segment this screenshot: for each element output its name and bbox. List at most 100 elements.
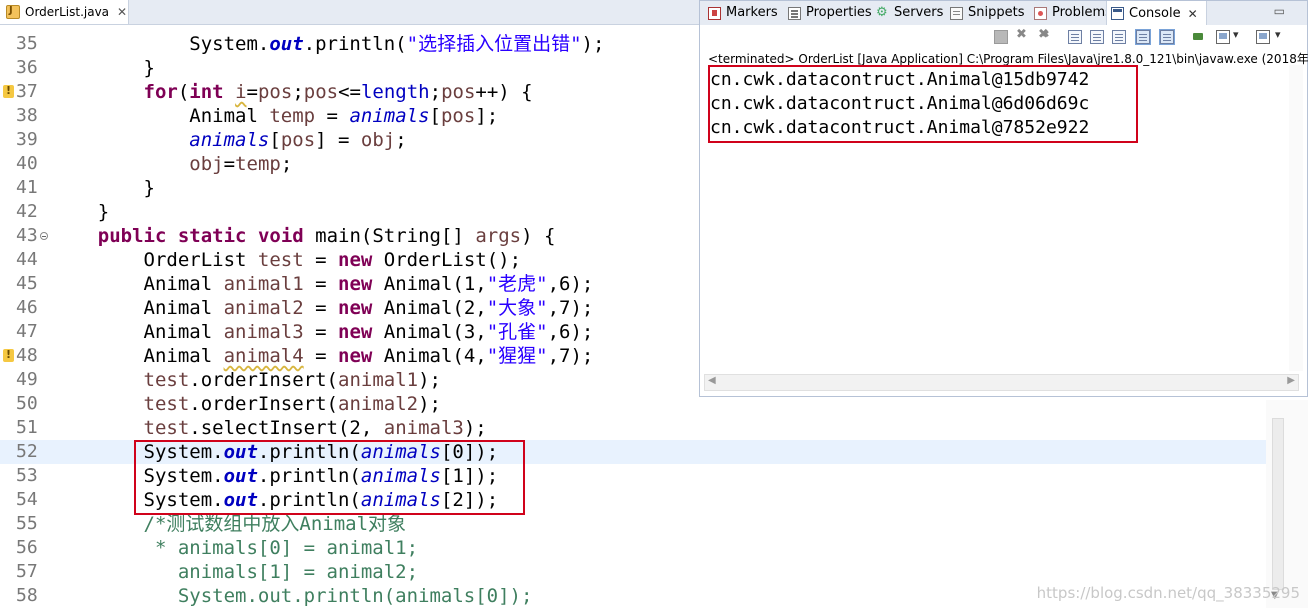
code-token: Animal(1, [372,273,487,295]
word-wrap-icon[interactable] [1112,30,1126,44]
code-text: Animal animal4 = new Animal(4,"猩猩",7); [52,344,594,368]
warning-icon[interactable] [3,343,14,367]
code-line[interactable]: 51 test.selectInsert(2, animal3); [0,416,1308,440]
clear-console-icon[interactable] [1068,30,1082,44]
tab-console[interactable]: Console ✕ [1106,1,1207,26]
warning-icon[interactable] [3,79,14,103]
code-text: System.out.println("选择插入位置出错"); [52,32,604,56]
code-token: animals [360,441,441,463]
tab-label: Snippets [968,5,1025,20]
code-token: Animal [52,345,224,367]
code-token: ,6); [547,273,594,295]
code-token: Animal [52,321,224,343]
code-text: obj=temp; [52,152,292,176]
code-token: for [143,81,178,103]
code-token: .println( [257,465,361,487]
console-vertical-scrollbar[interactable] [1289,65,1303,371]
code-token: .orderInsert( [189,393,338,415]
code-token: args [475,225,522,247]
fold-toggle-icon[interactable] [40,232,48,240]
pin-console-icon[interactable] [1192,30,1206,44]
tab-servers[interactable]: Servers [876,1,943,25]
show-on-stdout-icon[interactable] [1135,29,1151,45]
show-on-stderr-icon[interactable] [1159,29,1175,45]
java-file-icon [6,5,20,19]
line-number: 51 [16,417,38,438]
tab-label: Servers [894,5,944,20]
code-line[interactable]: 56 * animals[0] = animal1; [0,536,1308,560]
code-text: } [52,176,155,200]
code-token: "猩猩" [486,345,548,367]
code-line[interactable]: 55 /*测试数组中放入Animal对象 [0,512,1308,536]
code-line[interactable]: 52 System.out.println(animals[0]); [0,440,1308,464]
console-output-line: cn.cwk.datacontruct.Animal@7852e922 [710,117,1090,138]
code-text: * animals[0] = animal1; [52,536,418,560]
code-token: "大象" [486,297,548,319]
scroll-left-icon[interactable]: ◀ [708,375,716,386]
code-text: Animal animal1 = new Animal(1,"老虎",6); [52,272,594,296]
editor-tab-orderlist[interactable]: OrderList.java ✕ [0,0,129,24]
close-tab-icon[interactable]: ✕ [117,5,127,19]
tab-properties[interactable]: Properties [788,1,872,25]
code-line[interactable]: 57 animals[1] = animal2; [0,560,1308,584]
code-token: int [189,81,224,103]
line-number: 36 [16,57,38,78]
watermark: https://blog.csdn.net/qq_38335295 [1036,584,1300,602]
console-panel: Markers Properties Servers Snippets Problems… [699,0,1308,397]
code-token: ; [292,81,304,103]
code-token: length [360,81,430,103]
line-number: 38 [16,105,38,126]
line-number: 56 [16,537,38,558]
remove-launch-icon[interactable] [1016,27,1030,44]
code-token: test [143,393,190,415]
line-number: 40 [16,153,38,174]
editor-tab-label: OrderList.java [25,5,110,19]
console-icon [1111,7,1124,20]
code-token: ,7); [547,345,594,367]
tab-problems[interactable]: Problems [1034,1,1112,25]
code-text: animals[pos] = obj; [52,128,406,152]
code-token: = [303,273,338,295]
tab-markers[interactable]: Markers [708,1,778,25]
console-output-line: cn.cwk.datacontruct.Animal@6d06d69c [710,93,1090,114]
code-token: static [177,225,247,247]
code-token: animal1 [223,273,304,295]
code-token: .println( [303,33,407,55]
line-number: 52 [16,441,38,462]
minimize-view-icon[interactable]: ▭ [1274,4,1285,18]
display-console-icon[interactable] [1216,30,1230,44]
terminate-icon[interactable] [994,30,1008,44]
code-token: } [52,57,155,79]
open-console-icon[interactable] [1256,30,1270,44]
code-token: animals [189,129,270,151]
scroll-right-icon[interactable]: ▶ [1287,375,1295,386]
code-token: [1]); [440,465,499,487]
scroll-lock-icon[interactable] [1090,30,1104,44]
code-line[interactable]: 53 System.out.println(animals[1]); [0,464,1308,488]
code-token: = [246,81,258,103]
code-token: pos [440,105,476,127]
remove-all-terminated-icon[interactable] [1038,27,1052,44]
tab-snippets[interactable]: Snippets [950,1,1024,25]
line-number: 44 [16,249,38,270]
close-tab-icon[interactable]: ✕ [1188,2,1198,26]
code-token: "选择插入位置出错" [406,33,582,55]
line-number: 55 [16,513,38,534]
display-console-dropdown-icon[interactable] [1232,28,1246,44]
console-horizontal-scrollbar[interactable]: ◀ ▶ [704,374,1299,391]
code-token: ,6); [547,321,594,343]
open-console-dropdown-icon[interactable] [1274,28,1288,44]
code-token: pos [303,81,339,103]
code-token: = [303,297,338,319]
console-output-line: cn.cwk.datacontruct.Animal@15db9742 [710,69,1090,90]
code-text: test.selectInsert(2, animal3); [52,416,487,440]
code-line[interactable]: 54 System.out.println(animals[2]); [0,488,1308,512]
code-token: out [223,441,258,463]
code-token: pos [257,81,293,103]
tab-label: Properties [806,5,872,20]
scrollbar-thumb[interactable] [1272,418,1284,590]
